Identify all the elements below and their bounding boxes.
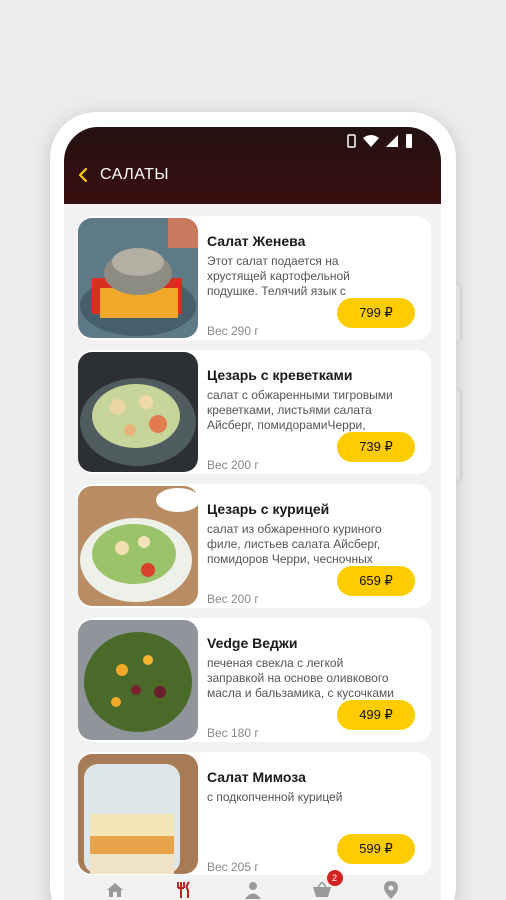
product-image xyxy=(78,620,198,740)
product-name: Vedge Веджи xyxy=(207,635,298,651)
product-weight: Вес 180 г xyxy=(207,726,259,740)
product-card[interactable]: Цезарь с креветками салат с обжаренными … xyxy=(78,350,431,474)
nav-cart[interactable]: 2 xyxy=(307,870,343,900)
product-card[interactable]: Салат Женева Этот салат подается на хрус… xyxy=(78,216,431,340)
product-card[interactable]: Салат Мимоза с подкопченной курицей Вес … xyxy=(78,752,431,876)
price-button[interactable]: 659 ₽ xyxy=(337,566,415,596)
nav-menu[interactable] xyxy=(169,878,199,900)
product-image xyxy=(78,754,198,874)
app-header: САЛАТЫ xyxy=(64,127,441,204)
bottom-nav: 2 xyxy=(64,870,441,900)
product-description: салат из обжаренного куриного филе, лист… xyxy=(207,522,382,566)
product-image xyxy=(78,486,198,606)
product-name: Цезарь с креветками xyxy=(207,367,353,383)
nav-location[interactable] xyxy=(376,878,406,900)
product-description: Этот салат подается на хрустящей картофе… xyxy=(207,254,350,298)
page-title: САЛАТЫ xyxy=(100,166,170,183)
cart-count-badge: 2 xyxy=(326,870,343,886)
price-button[interactable]: 499 ₽ xyxy=(337,700,415,730)
product-name: Цезарь с курицей xyxy=(207,501,330,517)
price-button[interactable]: 799 ₽ xyxy=(337,298,415,328)
home-icon xyxy=(106,883,123,897)
location-pin-icon xyxy=(383,881,398,899)
product-description: салат с обжаренными тигровыми креветками… xyxy=(207,388,393,432)
signal-icon xyxy=(386,135,398,147)
product-card[interactable]: Цезарь с курицей салат из обжаренного ку… xyxy=(78,484,431,608)
status-bar xyxy=(347,131,413,151)
nav-profile[interactable] xyxy=(238,878,268,900)
menu-fork-knife-icon xyxy=(176,881,190,898)
cart-icon xyxy=(312,882,331,897)
product-card[interactable]: Vedge Веджи печеная свекла с легкой запр… xyxy=(78,618,431,742)
nav-home[interactable] xyxy=(100,878,130,900)
profile-icon xyxy=(244,882,261,899)
product-weight: Вес 200 г xyxy=(207,592,259,606)
back-chevron-icon[interactable] xyxy=(74,165,92,185)
product-list: Салат Женева Этот салат подается на хрус… xyxy=(64,204,441,876)
wifi-icon xyxy=(363,135,379,147)
product-name: Салат Мимоза xyxy=(207,769,306,785)
product-image xyxy=(78,218,198,338)
product-description: с подкопченной курицей xyxy=(207,790,343,804)
product-weight: Вес 205 г xyxy=(207,860,259,874)
battery-saver-icon xyxy=(347,134,356,148)
battery-icon xyxy=(406,134,412,148)
title-bar: САЛАТЫ xyxy=(74,165,169,185)
product-name: Салат Женева xyxy=(207,233,306,249)
product-weight: Вес 200 г xyxy=(207,458,259,472)
product-description: печеная свекла с легкой заправкой на осн… xyxy=(207,656,395,700)
price-button[interactable]: 599 ₽ xyxy=(337,834,415,864)
price-button[interactable]: 739 ₽ xyxy=(337,432,415,462)
app-screen: САЛАТЫ Салат Женева Этот салат подается … xyxy=(64,127,441,900)
product-weight: Вес 290 г xyxy=(207,324,259,338)
product-image xyxy=(78,352,198,472)
